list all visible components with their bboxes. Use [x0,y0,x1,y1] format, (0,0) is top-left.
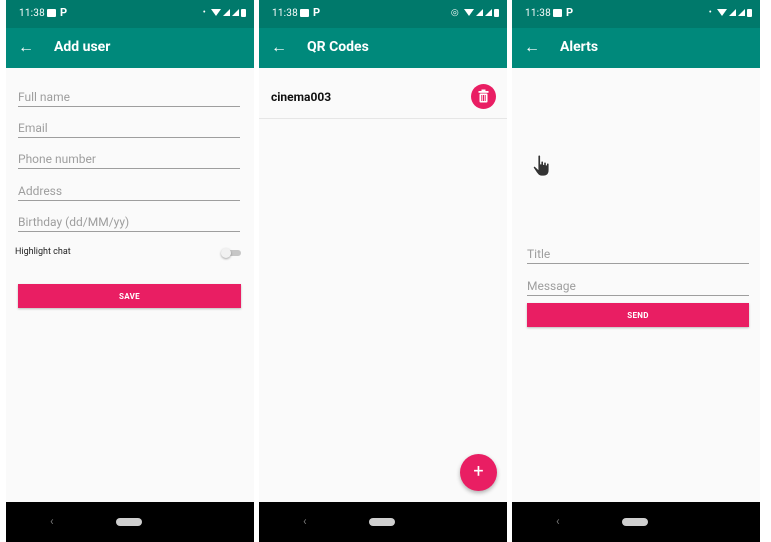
battery-icon [241,8,246,17]
highlight-chat-row: Highlight chat [15,245,241,261]
alerts-screen: 11:38 P • ← Alerts SEND ‹ [512,0,760,542]
email-field[interactable] [18,117,240,138]
status-bar: 11:38 P • [512,0,760,28]
app-notification-icon: P [313,6,321,19]
status-icons: • [709,8,752,18]
page-title: Alerts [560,39,599,55]
full-name-input[interactable] [18,90,240,104]
highlight-chat-switch[interactable] [221,248,241,258]
nav-back-icon[interactable]: ‹ [556,514,560,528]
list-item[interactable]: cinema003 [259,68,507,119]
address-input[interactable] [18,184,240,198]
trash-icon [478,89,489,103]
plus-icon: + [473,461,484,482]
add-qr-code-fab[interactable]: + [460,454,497,491]
address-field[interactable] [18,180,240,201]
status-time: 11:38 [272,8,298,19]
signal-icon [223,9,230,17]
title-input[interactable] [527,247,749,261]
navigation-bar: ‹ [512,502,760,542]
wifi-icon [211,9,221,17]
page-title: QR Codes [307,39,369,55]
send-button[interactable]: SEND [527,303,749,327]
navigation-bar: ‹ [6,502,254,542]
switch-thumb [221,248,231,258]
signal-icon-2 [485,9,492,17]
page-title: Add user [54,39,111,55]
delete-button[interactable] [471,84,496,109]
signal-icon [476,9,483,17]
app-bar: ← Alerts [512,28,760,68]
app-notification-icon: P [566,6,574,19]
nav-back-icon[interactable]: ‹ [50,514,54,528]
message-input[interactable] [527,279,749,293]
birthday-field[interactable] [18,211,240,232]
back-arrow-icon[interactable]: ← [271,37,287,57]
email-input[interactable] [18,121,240,135]
phone-number-field[interactable] [18,148,240,169]
nav-back-icon[interactable]: ‹ [303,514,307,528]
status-bar: 11:38 P ◎ [259,0,507,28]
highlight-chat-label: Highlight chat [15,247,71,257]
hand-cursor-icon [532,154,550,177]
status-bar: 11:38 P • [6,0,254,28]
birthday-input[interactable] [18,215,240,229]
back-arrow-icon[interactable]: ← [524,37,540,57]
save-button[interactable]: SAVE [18,284,241,308]
battery-icon [747,8,752,17]
battery-icon [494,8,499,17]
nav-home-pill[interactable] [116,518,142,526]
app-bar: ← QR Codes [259,28,507,68]
nav-home-pill[interactable] [369,518,395,526]
add-user-screen: 11:38 P • ← Add user Highlight chat SAVE… [6,0,254,542]
full-name-field[interactable] [18,86,240,107]
app-bar: ← Add user [6,28,254,68]
back-arrow-icon[interactable]: ← [18,37,34,57]
navigation-bar: ‹ [259,502,507,542]
signal-icon [729,9,736,17]
qr-codes-screen: 11:38 P ◎ ← QR Codes cinema003 + ‹ [259,0,507,542]
message-field[interactable] [527,275,749,296]
wifi-icon [464,9,474,17]
status-icons: ◎ [451,8,499,18]
status-time: 11:38 [525,8,551,19]
status-time: 11:38 [19,8,45,19]
nav-home-pill[interactable] [622,518,648,526]
wifi-icon [717,9,727,17]
qr-code-name: cinema003 [271,90,332,104]
image-notification-icon [553,9,562,17]
app-notification-icon: P [60,6,68,19]
image-notification-icon [300,9,309,17]
title-field[interactable] [527,243,749,264]
image-notification-icon [47,9,56,17]
signal-icon-2 [232,9,239,17]
signal-icon-2 [738,9,745,17]
status-icons: • [203,8,246,18]
phone-number-input[interactable] [18,152,240,166]
